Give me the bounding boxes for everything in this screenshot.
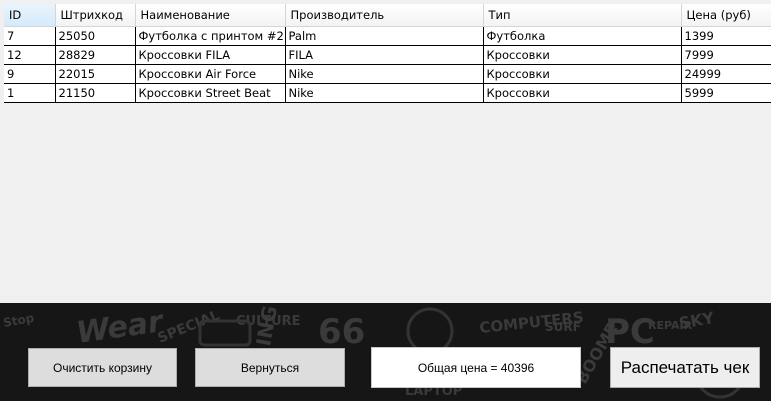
- cell-id[interactable]: 7: [4, 26, 56, 46]
- table-row[interactable]: 7 25050 Футболка с принтом #2 Palm Футбо…: [4, 26, 771, 46]
- bottom-panel: Wear SPECIAL CULTURE COMPUTERS SURF PC R…: [0, 303, 771, 401]
- cell-barcode[interactable]: 25050: [55, 26, 136, 46]
- column-header-id[interactable]: ID: [4, 4, 56, 27]
- cell-barcode[interactable]: 22015: [55, 64, 136, 84]
- cell-name[interactable]: Кроссовки Air Force: [135, 64, 286, 84]
- cell-manufacturer[interactable]: Nike: [285, 83, 484, 103]
- cell-name[interactable]: Кроссовки Street Beat: [135, 83, 286, 103]
- cell-name[interactable]: Футболка с принтом #2: [135, 26, 286, 46]
- cell-type[interactable]: Кроссовки: [483, 64, 682, 84]
- cell-barcode[interactable]: 21150: [55, 83, 136, 103]
- cell-type[interactable]: Футболка: [483, 26, 682, 46]
- cell-price[interactable]: 7999: [681, 45, 771, 65]
- column-header-type[interactable]: Тип: [483, 4, 682, 27]
- cell-price[interactable]: 1399: [681, 26, 771, 46]
- cell-type[interactable]: Кроссовки: [483, 83, 682, 103]
- cell-id[interactable]: 12: [4, 45, 56, 65]
- cell-name[interactable]: Кроссовки FILA: [135, 45, 286, 65]
- cell-barcode[interactable]: 28829: [55, 45, 136, 65]
- back-button[interactable]: Вернуться: [195, 348, 345, 387]
- table-row[interactable]: 9 22015 Кроссовки Air Force Nike Кроссов…: [4, 64, 771, 84]
- cell-manufacturer[interactable]: Nike: [285, 64, 484, 84]
- table-row[interactable]: 1 21150 Кроссовки Street Beat Nike Кросс…: [4, 83, 771, 103]
- cell-price[interactable]: 5999: [681, 83, 771, 103]
- cell-manufacturer[interactable]: FILA: [285, 45, 484, 65]
- column-header-manufacturer[interactable]: Производитель: [285, 4, 484, 27]
- total-price-label: Общая цена = 40396: [371, 347, 581, 388]
- table-header-row: ID Штрихкод Наименование Производитель Т…: [4, 4, 771, 27]
- cell-id[interactable]: 9: [4, 64, 56, 84]
- cell-id[interactable]: 1: [4, 83, 56, 103]
- cart-table[interactable]: ID Штрихкод Наименование Производитель Т…: [4, 4, 771, 103]
- clear-cart-button[interactable]: Очистить корзину: [28, 348, 177, 387]
- cell-type[interactable]: Кроссовки: [483, 45, 682, 65]
- table-row[interactable]: 12 28829 Кроссовки FILA FILA Кроссовки 7…: [4, 45, 771, 65]
- column-header-name[interactable]: Наименование: [135, 4, 286, 27]
- column-header-barcode[interactable]: Штрихкод: [55, 4, 136, 27]
- column-header-price[interactable]: Цена (руб): [681, 4, 771, 27]
- grid-area: ID Штрихкод Наименование Производитель Т…: [0, 0, 771, 303]
- cell-price[interactable]: 24999: [681, 64, 771, 84]
- cell-manufacturer[interactable]: Palm: [285, 26, 484, 46]
- print-receipt-button[interactable]: Распечатать чек: [610, 347, 760, 388]
- bg-word: SURF: [545, 320, 581, 334]
- bg-word: 66: [318, 312, 365, 352]
